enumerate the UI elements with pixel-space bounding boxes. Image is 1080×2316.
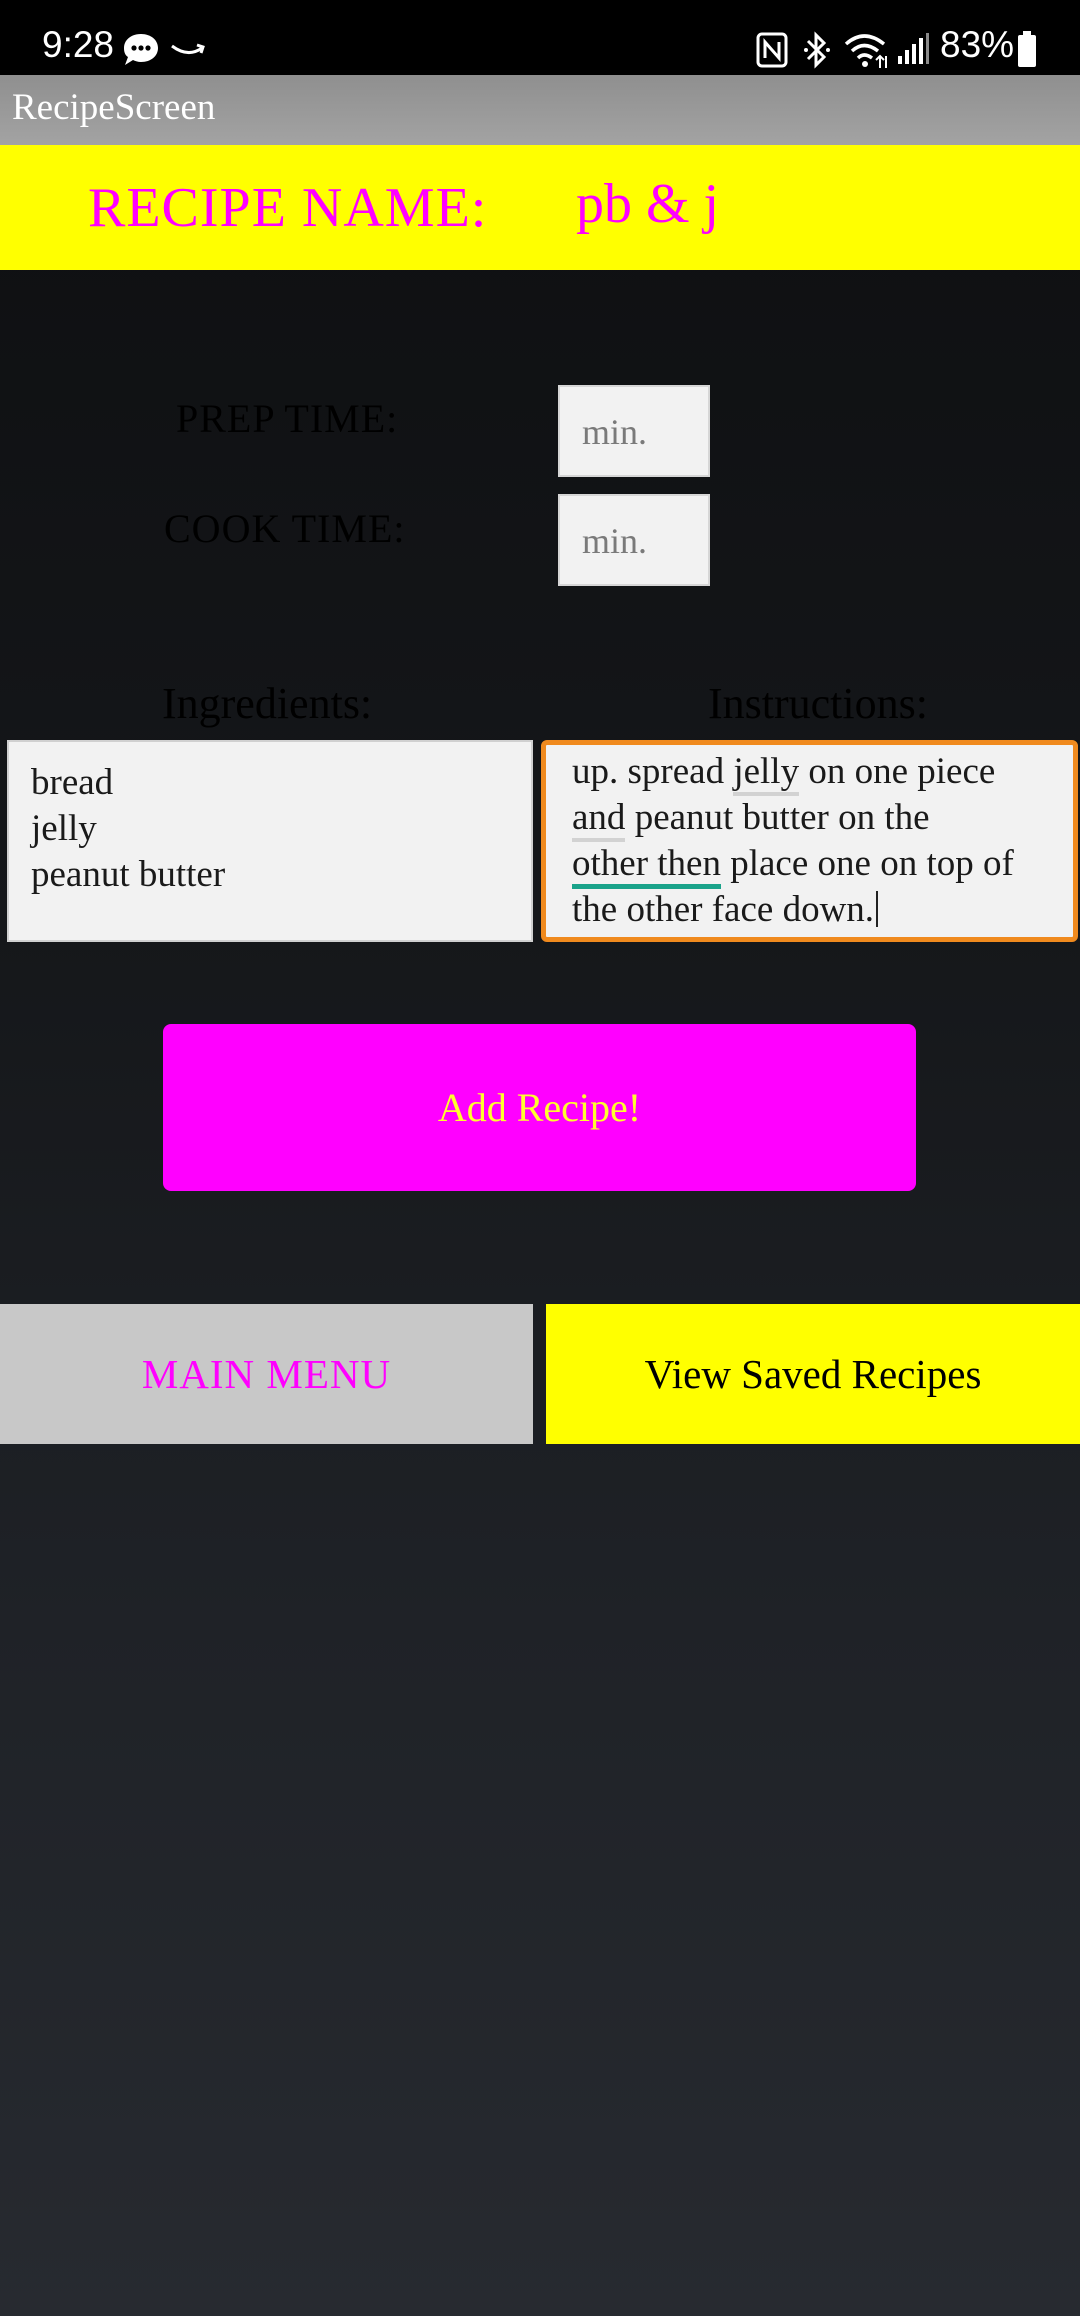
nfc-icon: [756, 32, 788, 68]
view-saved-recipes-button[interactable]: View Saved Recipes: [546, 1304, 1080, 1444]
recipe-name-label: RECIPE NAME:: [88, 177, 488, 239]
instructions-line: and peanut butter on the: [572, 795, 1063, 842]
spellcheck-word[interactable]: and: [572, 797, 626, 842]
wifi-icon: [844, 34, 887, 68]
prep-time-label: PREP TIME:: [176, 396, 399, 441]
battery-percentage: 83%: [940, 24, 1015, 65]
add-recipe-button[interactable]: Add Recipe!: [163, 1024, 916, 1191]
chat-bubble-icon: [124, 34, 158, 65]
recipe-name-input[interactable]: pb & j: [576, 172, 719, 236]
spellcheck-word[interactable]: jelly: [733, 751, 800, 796]
status-time: 9:28: [42, 24, 115, 65]
instructions-text: peanut butter on the: [625, 797, 930, 838]
signal-icon: [898, 33, 929, 64]
instructions-label: Instructions:: [708, 679, 928, 728]
cook-time-input[interactable]: min.: [558, 494, 710, 586]
instructions-text: up. spread: [572, 751, 734, 792]
prep-time-input[interactable]: min.: [558, 385, 710, 477]
amazon-smile-icon: [171, 43, 205, 54]
instructions-input[interactable]: up. spread jelly on one piece and peanut…: [541, 740, 1078, 942]
instructions-line: the other face down.: [572, 887, 1063, 933]
ingredients-label: Ingredients:: [162, 679, 373, 728]
ingredients-input[interactable]: bread jelly peanut butter: [7, 740, 533, 942]
grammar-suggestion[interactable]: other then: [572, 843, 721, 889]
instructions-text: the other face down.: [572, 889, 875, 930]
cook-time-label: COOK TIME:: [164, 506, 406, 551]
app-title: RecipeScreen: [12, 87, 216, 128]
ingredient-line: bread: [31, 762, 114, 803]
battery-icon: [1018, 31, 1036, 67]
instructions-line: other then place one on top of: [572, 841, 1063, 889]
instructions-line: up. spread jelly on one piece: [572, 749, 1063, 796]
main-menu-button[interactable]: MAIN MENU: [0, 1304, 533, 1444]
bluetooth-icon: [804, 31, 830, 69]
ingredient-line: jelly: [31, 808, 97, 849]
ingredient-line: peanut butter: [31, 854, 226, 895]
text-cursor: [876, 891, 879, 927]
instructions-text: on one piece: [799, 751, 996, 792]
instructions-text: place one on top of: [720, 843, 1014, 884]
